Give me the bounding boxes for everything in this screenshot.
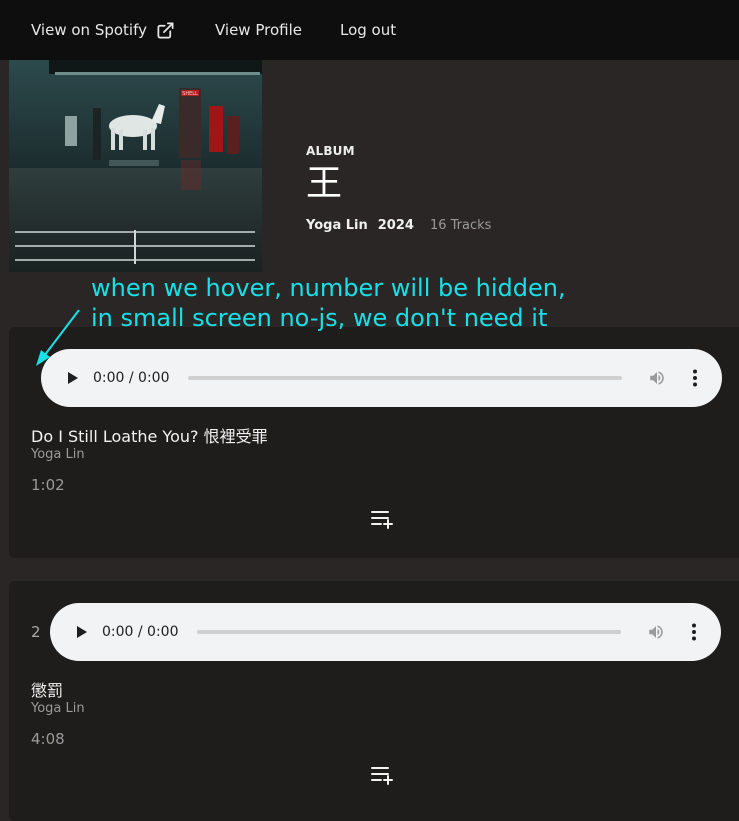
track-duration: 4:08 — [31, 730, 65, 748]
album-title: 王 — [306, 163, 343, 204]
volume-icon[interactable] — [647, 623, 665, 641]
track-title[interactable]: Do I Still Loathe You? 恨裡受罪 — [31, 423, 268, 447]
volume-icon[interactable] — [648, 369, 666, 387]
album-info: ALBUM 王 Yoga Lin 2024 16 Tracks — [306, 144, 491, 233]
album-artist[interactable]: Yoga Lin — [306, 218, 368, 233]
audio-player[interactable]: 0:00 / 0:00 — [41, 349, 722, 407]
play-icon[interactable] — [74, 625, 88, 639]
add-to-queue-icon[interactable] — [370, 765, 394, 785]
track-number: 2 — [31, 623, 41, 641]
view-profile-link[interactable]: View Profile — [215, 21, 302, 39]
album-cover: SHELL — [9, 60, 262, 272]
annotation-note: when we hover, number will be hidden, in… — [91, 273, 566, 333]
track-row: 0:00 / 0:00 Do I Still Loathe You? 恨裡受罪 … — [9, 327, 739, 558]
album-year: 2024 — [377, 218, 414, 233]
annotation-arrow-icon — [30, 306, 85, 374]
track-title[interactable]: 懲罰 — [31, 677, 63, 701]
track-artist[interactable]: Yoga Lin — [31, 447, 85, 462]
album-track-count: 16 Tracks — [429, 218, 492, 233]
progress-slider[interactable] — [187, 376, 622, 380]
top-nav: View on Spotify View Profile Log out — [0, 0, 739, 60]
add-to-queue-icon[interactable] — [370, 509, 394, 529]
track-row: 2 0:00 / 0:00 懲罰 Yoga Lin 4:08 — [9, 581, 739, 821]
track-artist[interactable]: Yoga Lin — [31, 701, 85, 716]
view-on-spotify-link[interactable]: View on Spotify — [31, 21, 175, 40]
track-duration: 1:02 — [31, 476, 65, 494]
more-vert-icon[interactable] — [691, 623, 697, 641]
album-meta: Yoga Lin 2024 16 Tracks — [306, 218, 491, 233]
logout-link[interactable]: Log out — [340, 21, 396, 39]
album-type-label: ALBUM — [306, 144, 355, 158]
audio-player[interactable]: 0:00 / 0:00 — [50, 603, 721, 661]
more-vert-icon[interactable] — [692, 369, 698, 387]
time-display: 0:00 / 0:00 — [102, 624, 179, 640]
external-link-icon — [156, 21, 175, 40]
shell-sign: SHELL — [182, 91, 198, 97]
progress-slider[interactable] — [196, 630, 621, 634]
annotation-line-1: when we hover, number will be hidden, — [91, 274, 566, 302]
time-display: 0:00 / 0:00 — [93, 370, 170, 386]
annotation-line-2: in small screen no-js, we don't need it — [91, 304, 548, 332]
view-on-spotify-label: View on Spotify — [31, 21, 147, 39]
